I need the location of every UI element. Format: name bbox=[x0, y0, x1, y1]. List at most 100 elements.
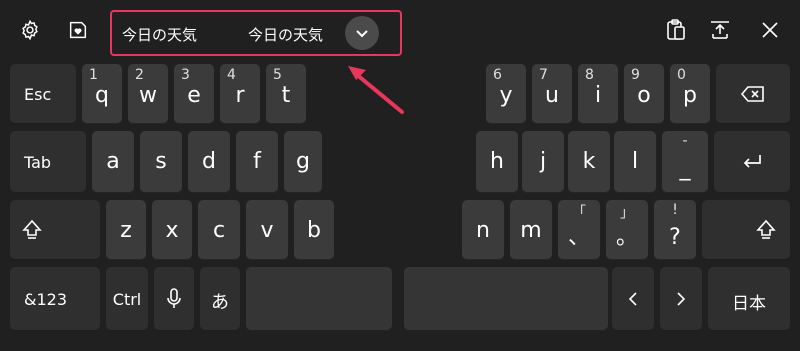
key-f[interactable]: f bbox=[236, 131, 278, 193]
annotation-arrow bbox=[348, 66, 404, 114]
key-z[interactable]: z bbox=[106, 200, 146, 260]
key-v-label: v bbox=[260, 218, 274, 243]
close-icon[interactable] bbox=[758, 18, 782, 42]
key-j[interactable]: j bbox=[522, 131, 564, 193]
key-x[interactable]: x bbox=[152, 200, 192, 260]
key-y[interactable]: 6 y bbox=[486, 64, 526, 124]
key-w[interactable]: 2 w bbox=[128, 64, 168, 124]
kana-label: あ bbox=[211, 292, 229, 313]
symbols-label: &123 bbox=[24, 290, 68, 309]
key-underscore-top: - bbox=[682, 133, 688, 149]
shift-right-key[interactable] bbox=[702, 200, 790, 260]
candidate-bar: 今日の天気 今日の天気 bbox=[110, 10, 402, 56]
key-p[interactable]: 0 p bbox=[670, 64, 710, 124]
key-b-label: b bbox=[307, 218, 321, 243]
esc-key[interactable]: Esc bbox=[10, 64, 76, 124]
key-f-label: f bbox=[253, 149, 261, 174]
symbols-key[interactable]: &123 bbox=[10, 267, 100, 331]
space-right-key[interactable] bbox=[404, 267, 608, 331]
key-a[interactable]: a bbox=[92, 131, 134, 193]
key-e-num: 3 bbox=[181, 67, 190, 83]
key-b[interactable]: b bbox=[294, 200, 334, 260]
key-m[interactable]: m bbox=[510, 200, 552, 260]
gear-icon[interactable] bbox=[18, 18, 42, 42]
key-r-num: 4 bbox=[227, 67, 236, 83]
enter-key[interactable] bbox=[714, 131, 790, 193]
key-i-label: i bbox=[594, 83, 602, 108]
key-l-label: l bbox=[631, 149, 639, 174]
key-u[interactable]: 7 u bbox=[532, 64, 572, 124]
keyboard-toolbar: 今日の天気 今日の天気 bbox=[0, 0, 800, 60]
candidate-2[interactable]: 今日の天気 bbox=[248, 24, 348, 45]
key-p-label: p bbox=[683, 83, 697, 108]
enter-icon bbox=[714, 151, 790, 173]
key-i[interactable]: 8 i bbox=[578, 64, 618, 124]
backspace-icon bbox=[716, 82, 790, 106]
clipboard-icon[interactable] bbox=[664, 18, 688, 42]
key-period-top: 」 bbox=[620, 205, 634, 221]
key-question[interactable]: ! ? bbox=[654, 200, 696, 260]
space-left-key[interactable] bbox=[246, 267, 392, 331]
key-t-num: 5 bbox=[273, 67, 282, 83]
kana-key[interactable]: あ bbox=[200, 267, 240, 331]
key-a-label: a bbox=[106, 149, 120, 174]
key-k[interactable]: k bbox=[568, 131, 610, 193]
chevron-right-icon bbox=[660, 289, 702, 309]
key-n[interactable]: n bbox=[462, 200, 504, 260]
shift-icon bbox=[754, 218, 778, 242]
key-l[interactable]: l bbox=[614, 131, 656, 193]
key-question-label: ? bbox=[669, 225, 681, 250]
chevron-down-icon bbox=[356, 30, 368, 38]
key-r[interactable]: 4 r bbox=[220, 64, 260, 124]
heart-sticker-icon[interactable] bbox=[66, 18, 90, 42]
candidate-1[interactable]: 今日の天気 bbox=[122, 24, 234, 45]
key-t[interactable]: 5 t bbox=[266, 64, 306, 124]
arrow-left-key[interactable] bbox=[612, 267, 654, 331]
key-h[interactable]: h bbox=[476, 131, 518, 193]
tab-key[interactable]: Tab bbox=[10, 131, 86, 193]
key-c[interactable]: c bbox=[198, 200, 240, 260]
tab-label: Tab bbox=[24, 153, 52, 172]
key-comma-top: 「 bbox=[572, 205, 586, 221]
shift-left-key[interactable] bbox=[10, 200, 100, 260]
key-k-label: k bbox=[582, 149, 596, 174]
shift-icon bbox=[20, 218, 44, 242]
key-g[interactable]: g bbox=[284, 131, 322, 193]
key-s[interactable]: s bbox=[140, 131, 182, 193]
key-u-num: 7 bbox=[539, 67, 548, 83]
backspace-key[interactable] bbox=[716, 64, 790, 124]
key-w-label: w bbox=[139, 83, 157, 108]
key-underscore-label: _ bbox=[679, 156, 691, 181]
key-e[interactable]: 3 e bbox=[174, 64, 214, 124]
key-period-label: 。 bbox=[615, 225, 638, 250]
key-underscore[interactable]: - _ bbox=[662, 131, 708, 193]
key-o-label: o bbox=[637, 83, 651, 108]
ctrl-key[interactable]: Ctrl bbox=[106, 267, 148, 331]
key-comma[interactable]: 「 、 bbox=[558, 200, 600, 260]
key-u-label: u bbox=[545, 83, 559, 108]
dictation-key[interactable] bbox=[154, 267, 194, 331]
key-e-label: e bbox=[187, 83, 201, 108]
key-c-label: c bbox=[212, 218, 226, 243]
key-m-label: m bbox=[520, 218, 542, 243]
arrow-right-key[interactable] bbox=[660, 267, 702, 331]
language-key[interactable]: 日本 bbox=[708, 267, 790, 331]
key-i-num: 8 bbox=[585, 67, 594, 83]
key-y-num: 6 bbox=[493, 67, 502, 83]
key-comma-label: 、 bbox=[567, 225, 590, 250]
key-d-label: d bbox=[202, 149, 216, 174]
key-p-num: 0 bbox=[677, 67, 686, 83]
dock-keyboard-icon[interactable] bbox=[708, 18, 732, 42]
key-period[interactable]: 」 。 bbox=[606, 200, 648, 260]
key-q[interactable]: 1 q bbox=[82, 64, 122, 124]
key-o-num: 9 bbox=[631, 67, 640, 83]
expand-candidates-button[interactable] bbox=[345, 16, 379, 50]
key-d[interactable]: d bbox=[188, 131, 230, 193]
key-z-label: z bbox=[120, 218, 132, 243]
key-o[interactable]: 9 o bbox=[624, 64, 664, 124]
key-n-label: n bbox=[476, 218, 490, 243]
language-label: 日本 bbox=[732, 294, 766, 314]
key-r-label: r bbox=[235, 83, 245, 108]
key-v[interactable]: v bbox=[246, 200, 288, 260]
key-q-label: q bbox=[95, 83, 109, 108]
